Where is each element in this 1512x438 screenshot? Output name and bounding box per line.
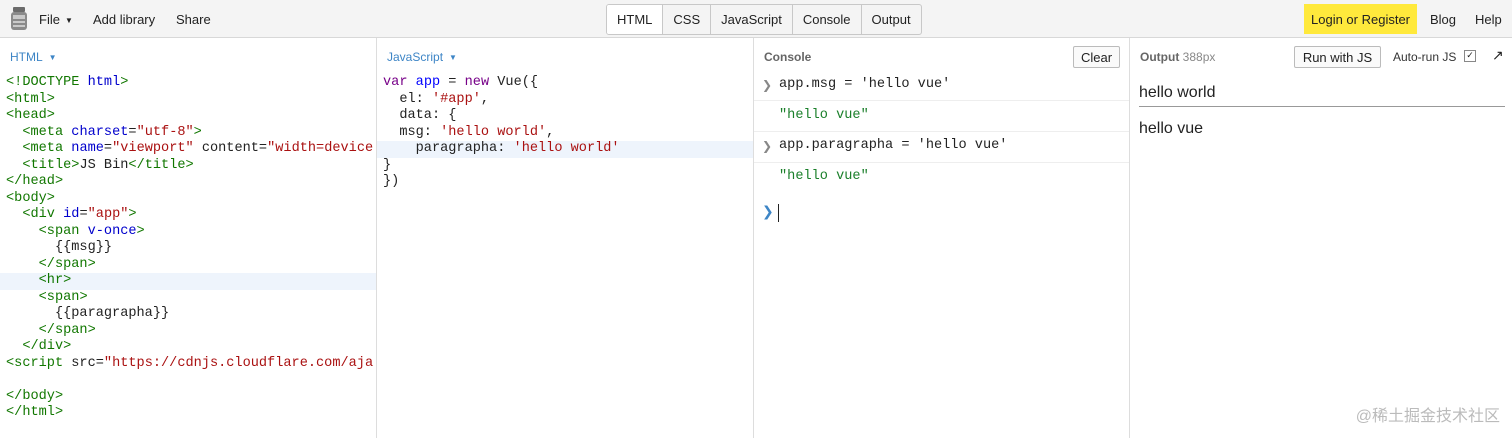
console-prompt-icon: ❯ <box>762 204 774 220</box>
chevron-right-icon: ❯ <box>762 139 773 153</box>
html-code-line: <!DOCTYPE html> <box>6 75 129 90</box>
html-code-line: {{msg}} <box>6 240 113 255</box>
output-preview: hello world hello vue <box>1139 80 1505 141</box>
html-code-line: <span> <box>38 289 88 305</box>
javascript-editor[interactable]: var app = new Vue({ el: '#app', data: { … <box>377 75 753 191</box>
js-code-line: el: '#app', <box>383 91 490 107</box>
output-divider <box>1139 106 1505 107</box>
html-panel: HTML ▼ <!DOCTYPE html> <html> <head> <meta … <box>0 38 377 438</box>
html-code-line: <title>JS Bin</title> <box>22 157 194 173</box>
html-code-line: <body> <box>6 190 55 206</box>
console-input-row: ❯ app.paragrapha = 'hello vue' <box>754 132 1129 163</box>
js-code-line: msg: 'hello world', <box>383 124 555 140</box>
html-code-line: </div> <box>22 339 72 354</box>
output-title-label: Output <box>1140 50 1180 64</box>
tab-css[interactable]: CSS <box>662 5 710 34</box>
file-menu[interactable]: File ▼ <box>39 0 73 38</box>
autorun-label: Auto-run JS <box>1393 50 1457 64</box>
html-code-line: <script src="https://cdnjs.cloudflare.co… <box>6 355 374 371</box>
console-input-text: app.paragrapha = 'hello vue' <box>779 138 1008 153</box>
output-title: Output 388px <box>1140 50 1215 64</box>
blog-link[interactable]: Blog <box>1430 0 1456 38</box>
console-input-row: ❯ app.msg = 'hello vue' <box>754 70 1129 101</box>
javascript-panel: JavaScript ▼ var app = new Vue({ el: '#ap… <box>377 38 754 438</box>
clear-console-button[interactable]: Clear <box>1073 46 1120 68</box>
html-code-line: </body> <box>6 388 64 404</box>
caret-down-icon: ▼ <box>64 16 73 25</box>
html-editor[interactable]: <!DOCTYPE html> <html> <head> <meta charse… <box>0 75 376 422</box>
js-code-line: data: { <box>383 108 457 123</box>
output-line-msg: hello world <box>1139 84 1216 101</box>
help-link[interactable]: Help <box>1475 0 1502 38</box>
js-code-line: }) <box>383 174 400 189</box>
toolbar: File ▼ Add library Share HTML CSS JavaScr… <box>0 0 1512 38</box>
jsbin-logo-icon[interactable] <box>10 7 28 31</box>
run-with-js-button[interactable]: Run with JS <box>1294 46 1381 68</box>
checkbox-icon[interactable]: ✓ <box>1464 50 1476 62</box>
tab-html[interactable]: HTML <box>607 5 663 34</box>
html-code-line <box>0 372 376 389</box>
console-title: Console <box>764 50 812 64</box>
file-menu-label: File <box>39 12 60 27</box>
console-input-text: app.msg = 'hello vue' <box>779 77 951 92</box>
html-code-line: </html> <box>6 405 64 420</box>
console-result-text: "hello vue" <box>779 169 869 184</box>
console-result-text: "hello vue" <box>779 108 869 123</box>
console-result-row: "hello vue" <box>754 101 1129 132</box>
console-panel: Console Clear ❯ app.msg = 'hello vue' "h… <box>754 38 1130 438</box>
login-register-button[interactable]: Login or Register <box>1304 4 1417 34</box>
tab-console[interactable]: Console <box>791 5 861 34</box>
caret-down-icon: ▼ <box>48 53 57 62</box>
watermark: @稀土掘金技术社区 <box>1355 408 1500 425</box>
html-panel-label[interactable]: HTML ▼ <box>10 50 57 64</box>
html-code-line: <html> <box>6 91 55 107</box>
console-result-row: "hello vue" <box>754 163 1129 194</box>
js-panel-label[interactable]: JavaScript ▼ <box>387 50 457 64</box>
output-line-paragrapha: hello vue <box>1139 120 1204 137</box>
js-code-line: } <box>383 157 392 173</box>
html-code-line: <hr> <box>0 273 376 290</box>
html-code-line: <head> <box>6 108 55 123</box>
html-code-line: </span> <box>38 256 96 272</box>
js-code-line: var app = new Vue({ <box>383 75 539 90</box>
add-library-button[interactable]: Add library <box>93 0 155 38</box>
html-code-line: <span v-once> <box>38 223 145 239</box>
js-panel-label-text: JavaScript <box>387 50 444 64</box>
panel-tabs: HTML CSS JavaScript Console Output <box>606 4 922 35</box>
output-panel: Output 388px Run with JS Auto-run JS ✓ ↗… <box>1130 38 1512 438</box>
tab-javascript[interactable]: JavaScript <box>710 5 792 34</box>
html-code-line: {{paragrapha}} <box>6 306 170 321</box>
popout-arrow-icon[interactable]: ↗ <box>1492 47 1504 64</box>
caret-down-icon: ▼ <box>449 53 457 62</box>
chevron-right-icon: ❯ <box>762 78 773 92</box>
share-button[interactable]: Share <box>176 0 211 38</box>
html-code-line: </span> <box>38 322 96 338</box>
js-code-line: paragrapha: 'hello world' <box>377 141 753 158</box>
html-panel-label-text: HTML <box>10 50 43 64</box>
console-input-field[interactable] <box>778 204 779 222</box>
output-size: 388px <box>1182 50 1216 64</box>
html-code-line: <div id="app"> <box>22 207 137 222</box>
html-code-line: <meta charset="utf-8"> <box>22 124 202 140</box>
html-code-line: </head> <box>6 174 64 189</box>
html-code-line: <meta name="viewport" content="width=dev… <box>22 141 374 156</box>
tab-output[interactable]: Output <box>860 5 921 34</box>
